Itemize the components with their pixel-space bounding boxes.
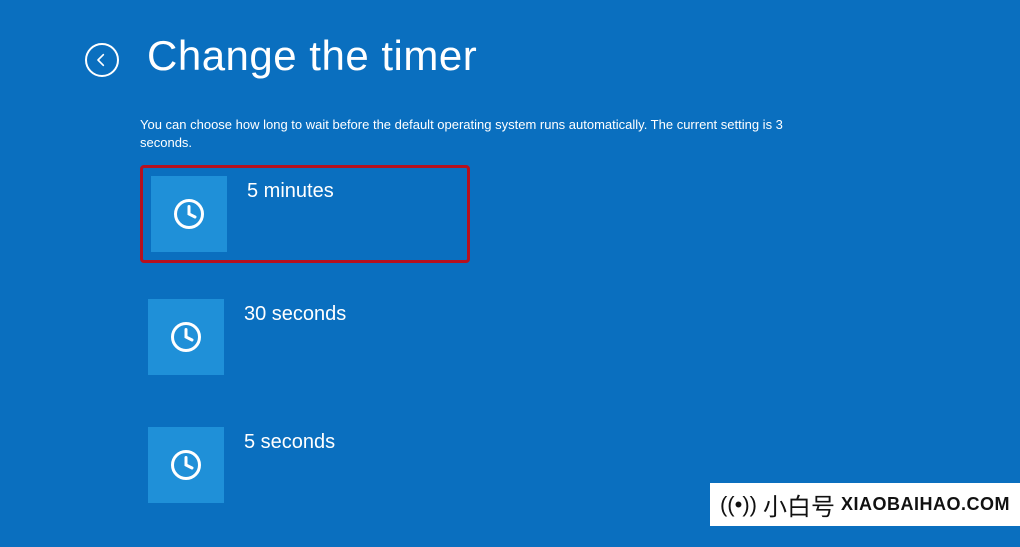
clock-icon — [168, 319, 204, 355]
brand-name-en: XIAOBAIHAO.COM — [841, 494, 1010, 515]
watermark-badge: ((•)) 小白号 XIAOBAIHAO.COM — [710, 483, 1020, 526]
clock-icon — [168, 447, 204, 483]
timer-option-5-minutes[interactable]: 5 minutes — [140, 165, 470, 263]
option-tile — [151, 176, 227, 252]
brand-name-cn: 小白号 — [763, 487, 835, 522]
arrow-left-icon — [94, 52, 110, 68]
option-label: 30 seconds — [244, 303, 346, 326]
option-tile — [148, 427, 224, 503]
timer-option-30-seconds[interactable]: 30 seconds — [140, 291, 470, 383]
timer-options-list: 5 minutes 30 seconds 5 seconds — [140, 165, 470, 547]
option-label: 5 seconds — [244, 431, 335, 454]
clock-icon — [171, 196, 207, 232]
timer-option-5-seconds[interactable]: 5 seconds — [140, 419, 470, 511]
option-label: 5 minutes — [247, 180, 334, 203]
page-description: You can choose how long to wait before t… — [140, 116, 800, 152]
page-title: Change the timer — [147, 32, 477, 80]
option-tile — [148, 299, 224, 375]
back-button[interactable] — [85, 43, 119, 77]
page-header: Change the timer — [85, 32, 477, 80]
broadcast-icon: ((•)) — [720, 494, 757, 516]
